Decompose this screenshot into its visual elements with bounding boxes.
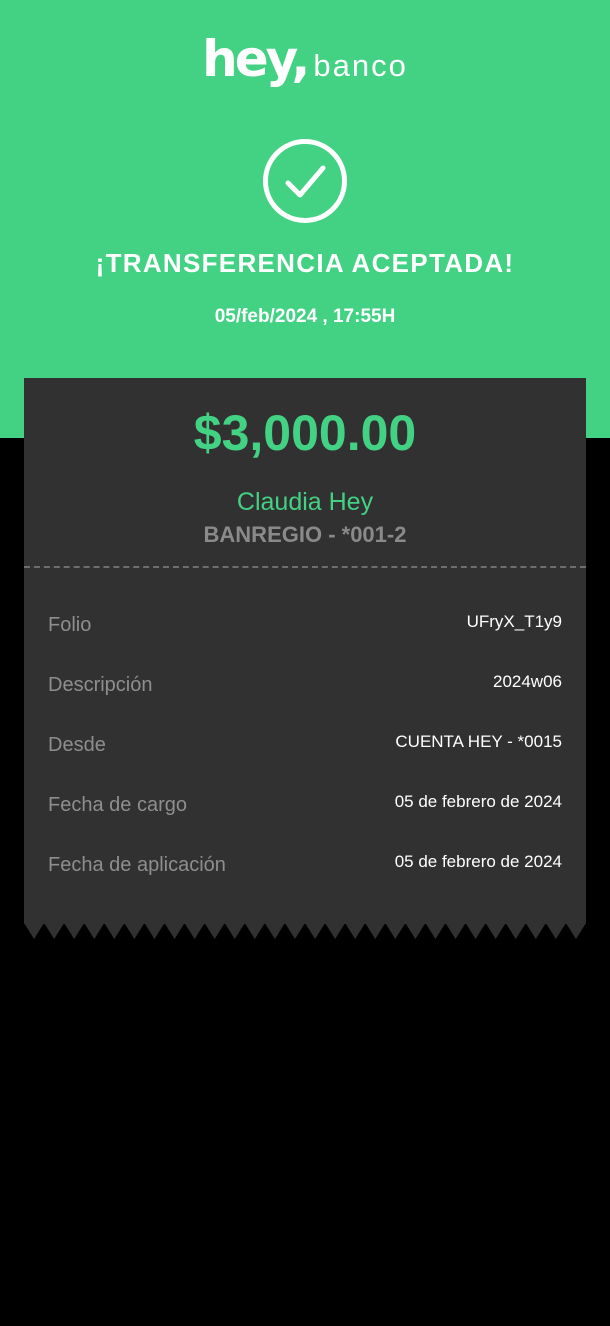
detail-label: Fecha de cargo: [48, 794, 187, 816]
detail-row-desde: Desde CUENTA HEY - *0015: [48, 730, 562, 760]
status-title: ¡TRANSFERENCIA ACEPTADA!: [95, 248, 515, 278]
recipient-account: BANREGIO - *001-2: [203, 522, 407, 547]
transfer-datetime: 05/feb/2024 , 17:55H: [214, 306, 396, 327]
success-header: hey, banco ¡TRANSFERENCIA ACEPTADA! 05/fe…: [0, 0, 610, 438]
detail-value: CUENTA HEY - *0015: [395, 732, 562, 751]
logo-hey: hey,: [202, 30, 310, 88]
hey-banco-logo: hey, banco: [0, 30, 610, 88]
transfer-receipt-screen: hey, banco ¡TRANSFERENCIA ACEPTADA! 05/fe…: [0, 0, 610, 1326]
detail-value: UFryX_T1y9: [466, 612, 562, 631]
detail-value: 2024w06: [492, 672, 562, 691]
receipt-torn-edge: [24, 923, 586, 939]
detail-value: 05 de febrero de 2024: [394, 792, 562, 811]
receipt-card: $3,000.00 Claudia Hey BANREGIO - *001-2 …: [24, 378, 586, 924]
detail-row-fecha-aplicacion: Fecha de aplicación 05 de febrero de 202…: [48, 850, 562, 880]
detail-value: 05 de febrero de 2024: [394, 852, 562, 871]
check-circle-icon: [263, 139, 347, 223]
detail-row-folio: Folio UFryX_T1y9: [48, 610, 562, 640]
detail-label: Folio: [48, 614, 92, 636]
recipient-name: Claudia Hey: [236, 488, 374, 516]
detail-row-descripcion: Descripción 2024w06: [48, 670, 562, 700]
detail-row-fecha-cargo: Fecha de cargo 05 de febrero de 2024: [48, 790, 562, 820]
transfer-amount: $3,000.00: [193, 405, 417, 461]
detail-label: Desde: [48, 734, 106, 756]
logo-banco: banco: [313, 48, 408, 83]
detail-label: Fecha de aplicación: [48, 854, 226, 876]
dashed-divider: [24, 566, 586, 568]
detail-label: Descripción: [48, 674, 153, 696]
